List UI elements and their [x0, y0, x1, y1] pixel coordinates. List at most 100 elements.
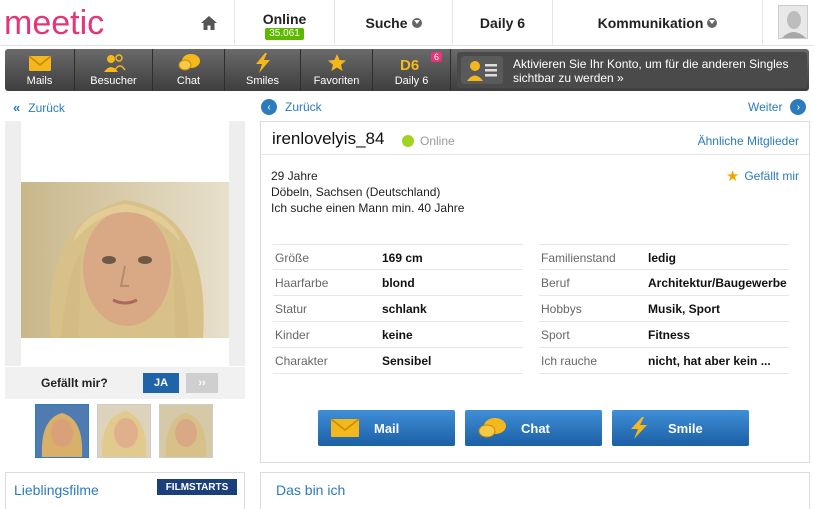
mail-button-label: Mail — [374, 420, 400, 436]
like-question: Gefällt mir? — [41, 376, 108, 390]
toolbar-smiles[interactable]: Smiles — [225, 49, 301, 91]
chevron-right-icon: › — [790, 99, 807, 115]
attribute-value: keine — [382, 328, 413, 342]
chat-bubble-icon — [178, 54, 200, 71]
attribute-value: Architektur/Baugewerbe — [648, 276, 787, 290]
user-avatar[interactable] — [778, 5, 808, 39]
chat-bubble-icon — [478, 418, 506, 438]
attribute-row: Kinder keine — [273, 322, 523, 348]
smile-button-label: Smile — [668, 420, 703, 436]
back-link-right[interactable]: ‹ Zurück — [261, 99, 322, 115]
favorite-movies-box: Lieblingsfilme FILMSTARTS — [5, 472, 245, 509]
chevron-left-icon: ‹ — [261, 99, 277, 115]
toolbar-chat[interactable]: Chat — [153, 49, 225, 91]
nav-daily6[interactable]: Daily 6 — [453, 0, 553, 46]
chat-button[interactable]: Chat — [465, 410, 602, 446]
profile-username: irenlovelyis_84 — [272, 129, 385, 148]
double-chevron-left-icon: « — [13, 100, 21, 115]
attribute-value: Fitness — [648, 328, 691, 342]
smile-button[interactable]: Smile — [612, 410, 749, 446]
lightning-icon — [631, 417, 647, 439]
basic-info: 29 Jahre Döbeln, Sachsen (Deutschland) I… — [271, 168, 464, 216]
like-row: Gefällt mir? JA ›› — [5, 367, 245, 399]
activate-account-text: Aktivieren Sie Ihr Konto, um für die and… — [513, 57, 789, 85]
attribute-value: 169 cm — [382, 251, 423, 265]
action-toolbar: Mails Besucher Chat Smiles Favoriten D6 … — [5, 49, 809, 91]
attribute-key: Statur — [275, 302, 308, 316]
chat-button-label: Chat — [521, 420, 550, 436]
star-icon — [327, 54, 346, 71]
nav-suche-label: Suche — [365, 15, 408, 31]
toolbar-besucher[interactable]: Besucher — [75, 49, 153, 91]
attribute-row: Charakter Sensibel — [273, 348, 523, 374]
mail-button[interactable]: Mail — [318, 410, 455, 446]
similar-members-link[interactable]: Ähnliche Mitglieder — [698, 134, 799, 148]
attribute-value: blond — [382, 276, 415, 290]
like-me-link[interactable]: ★ Gefällt mir — [726, 167, 799, 185]
profile-details: irenlovelyis_84 Online Ähnliche Mitglied… — [260, 121, 810, 463]
attribute-value: Musik, Sport — [648, 302, 721, 316]
attribute-key: Hobbys — [541, 302, 582, 316]
toolbar-chat-label: Chat — [176, 75, 201, 87]
nav-kommunikation[interactable]: Kommunikation — [553, 0, 763, 46]
nav-daily6-label: Daily 6 — [479, 15, 526, 31]
attribute-key: Haarfarbe — [275, 276, 329, 290]
attribute-value: schlank — [382, 302, 427, 316]
home-button[interactable] — [183, 0, 235, 46]
back-link-left[interactable]: « Zurück — [13, 100, 65, 115]
profile-age: 29 Jahre — [271, 169, 318, 183]
activate-account-banner[interactable]: Aktivieren Sie Ihr Konto, um für die and… — [457, 52, 807, 88]
profile-list-icon — [461, 56, 503, 84]
toolbar-daily6[interactable]: D6 6 Daily 6 — [373, 49, 451, 91]
nav-online-label: Online — [262, 10, 307, 27]
profile-seeking: Ich suche einen Mann min. 40 Jahre — [271, 201, 465, 215]
attribute-value: Sensibel — [382, 354, 432, 368]
toolbar-mails-label: Mails — [26, 75, 53, 87]
attribute-row: Haarfarbe blond — [273, 270, 523, 296]
toolbar-favoriten-label: Favoriten — [313, 75, 360, 87]
visitors-icon — [103, 54, 126, 72]
attribute-row: Größe 169 cm — [273, 244, 523, 270]
attributes-left-column: Größe 169 cm Haarfarbe blond Statur schlank Ki… — [273, 244, 523, 374]
toolbar-mails[interactable]: Mails — [5, 49, 75, 91]
nav-suche[interactable]: Suche — [335, 0, 453, 46]
photo-thumbnail[interactable] — [35, 404, 89, 458]
attribute-key: Größe — [275, 251, 310, 265]
attribute-key: Sport — [541, 328, 570, 342]
like-me-label: Gefällt mir — [744, 169, 799, 183]
attribute-value: nicht, hat aber kein ... — [648, 354, 771, 368]
about-me-box: Das bin ich — [260, 472, 810, 509]
nav-online[interactable]: Online 35.061 — [235, 0, 335, 46]
favorite-movies-title: Lieblingsfilme — [14, 482, 99, 498]
chevron-down-icon — [411, 18, 422, 28]
toolbar-smiles-label: Smiles — [245, 75, 279, 87]
back-right-label: Zurück — [285, 100, 322, 114]
avatar-silhouette-icon — [779, 6, 807, 38]
next-link[interactable]: Weiter › — [748, 99, 807, 115]
home-icon — [200, 16, 217, 30]
meetic-logo[interactable]: meetic — [4, 4, 134, 42]
lightning-icon — [255, 53, 270, 73]
daily6-badge: 6 — [430, 52, 442, 62]
envelope-icon — [28, 55, 51, 71]
photo-panel: Gefällt mir? JA ›› — [5, 121, 245, 461]
profile-location: Döbeln, Sachsen (Deutschland) — [271, 185, 441, 199]
photo-thumbnail[interactable] — [159, 404, 213, 458]
attribute-key: Beruf — [541, 276, 570, 290]
attribute-row: Hobbys Musik, Sport — [539, 296, 789, 322]
attribute-row: Statur schlank — [273, 296, 523, 322]
like-yes-button[interactable]: JA — [143, 373, 179, 393]
photo-thumbnail[interactable] — [97, 404, 151, 458]
profile-page: meetic Online 35.061 Suche Daily 6 Kommu… — [0, 0, 814, 509]
chevron-down-icon — [707, 18, 718, 28]
profile-photo[interactable] — [21, 182, 229, 338]
back-left-label: Zurück — [28, 100, 65, 115]
toolbar-favoriten[interactable]: Favoriten — [301, 49, 373, 91]
filmstarts-logo[interactable]: FILMSTARTS — [157, 479, 237, 495]
photo-frame — [5, 121, 245, 366]
attribute-row: Ich rauche nicht, hat aber kein ... — [539, 348, 789, 374]
header-divider — [261, 154, 809, 155]
like-skip-button[interactable]: ›› — [186, 373, 218, 393]
online-count-badge: 35.061 — [265, 27, 304, 40]
attribute-key: Ich rauche — [541, 354, 598, 368]
